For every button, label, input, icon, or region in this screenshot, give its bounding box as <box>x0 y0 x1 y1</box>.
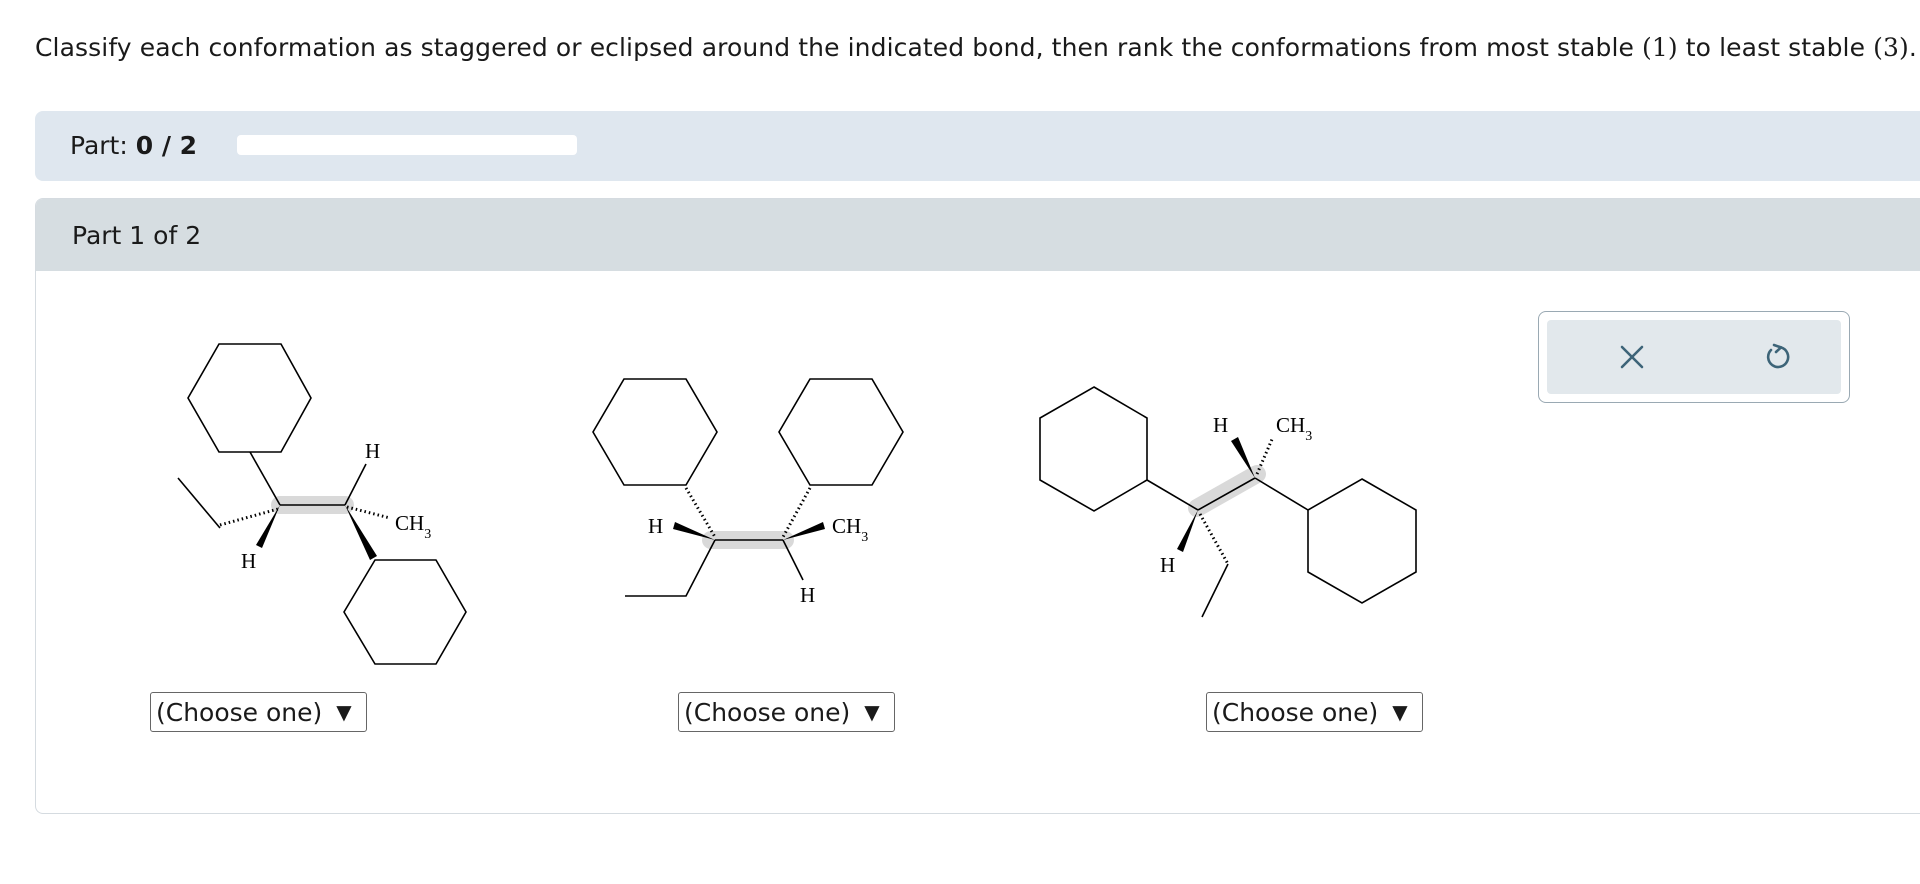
cyclohexane-ring <box>778 378 904 486</box>
answer-toolbox <box>1538 311 1850 403</box>
undo-button[interactable] <box>1755 334 1801 380</box>
h-label: H <box>241 549 256 573</box>
molecule-drawings: H CH3 H H CH3 H H CH3 H <box>177 343 1417 665</box>
cyclohexane-ring <box>1039 386 1148 512</box>
h-label: H <box>800 583 815 607</box>
select-value: (Choose one) <box>684 697 851 727</box>
triangle-down-icon: ▼ <box>1392 700 1408 724</box>
h-label: H <box>1160 553 1175 577</box>
cyclohexane-ring <box>1307 478 1417 604</box>
conformation-3: H CH3 H <box>1039 386 1417 618</box>
cyclohexane-ring <box>343 559 467 665</box>
undo-icon <box>1766 343 1790 369</box>
conformation-2-select[interactable]: (Choose one) ▼ <box>678 692 895 732</box>
cyclohexane-ring <box>592 378 718 486</box>
ch3-label: CH3 <box>395 511 431 542</box>
select-value: (Choose one) <box>156 697 323 727</box>
ch3-label: CH3 <box>832 514 868 545</box>
close-icon <box>1620 345 1644 369</box>
cyclohexane-ring <box>187 343 312 453</box>
conformation-1-select[interactable]: (Choose one) ▼ <box>150 692 367 732</box>
triangle-down-icon: ▼ <box>864 700 880 724</box>
select-value: (Choose one) <box>1212 697 1379 727</box>
clear-button[interactable] <box>1609 334 1655 380</box>
conformation-1: H CH3 H <box>177 343 467 665</box>
conformation-2: H CH3 H <box>592 378 904 607</box>
conformation-3-select[interactable]: (Choose one) ▼ <box>1206 692 1423 732</box>
triangle-down-icon: ▼ <box>336 700 352 724</box>
h-label: H <box>648 514 663 538</box>
toolbox-inner <box>1547 320 1841 394</box>
h-label: H <box>365 439 380 463</box>
highlighted-bond <box>1188 465 1266 517</box>
h-label: H <box>1213 413 1228 437</box>
ch3-label: CH3 <box>1276 413 1312 444</box>
